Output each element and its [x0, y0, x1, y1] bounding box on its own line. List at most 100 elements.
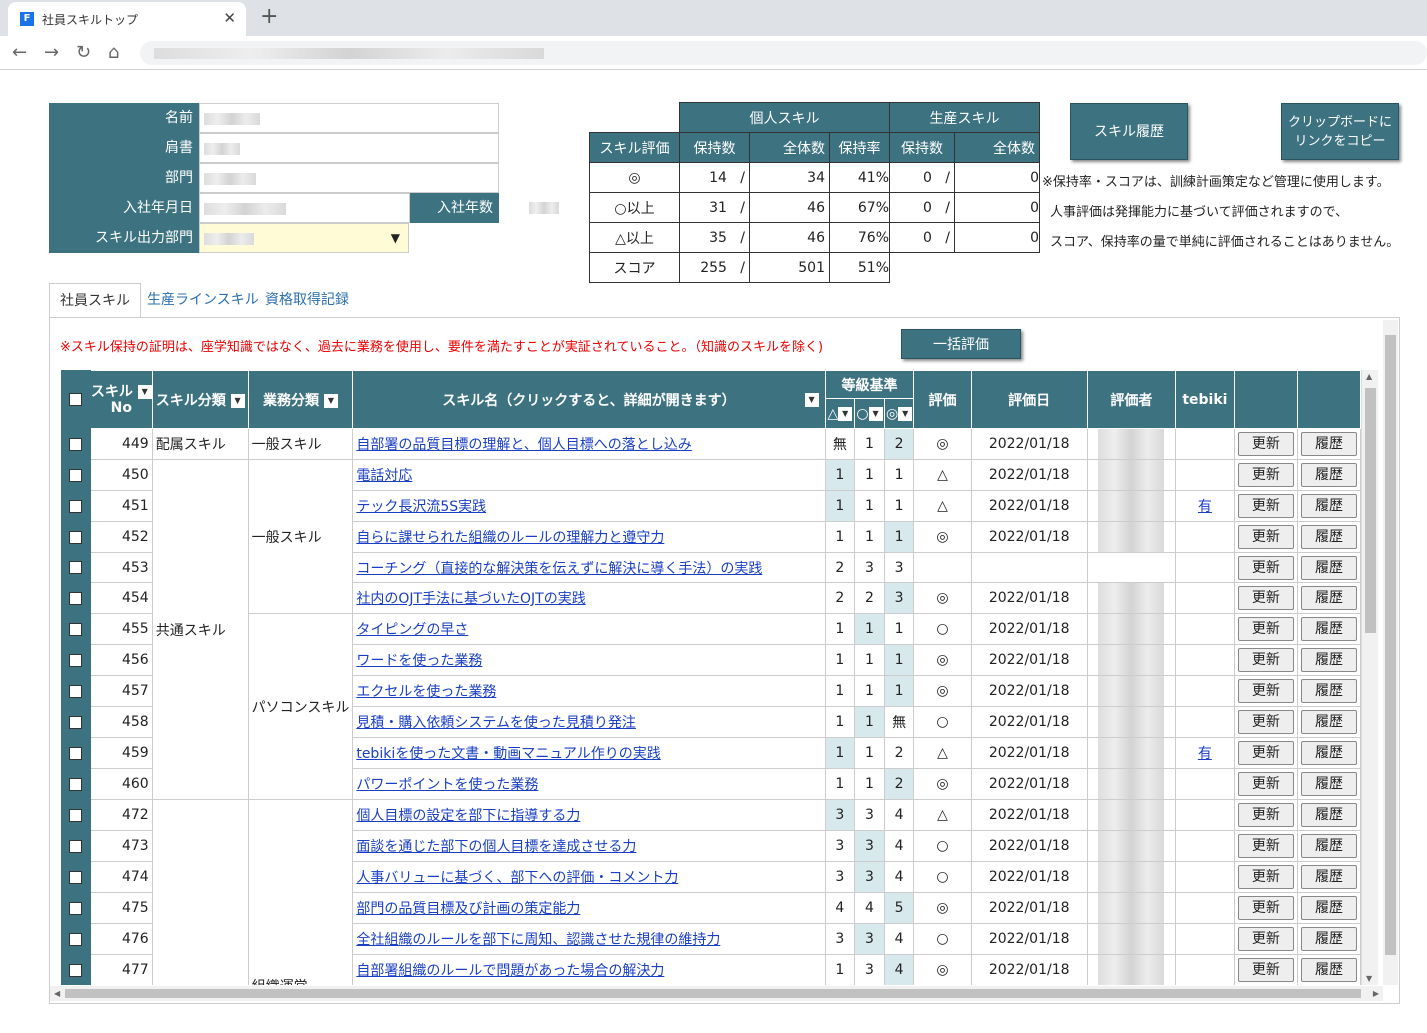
forward-icon[interactable]: →	[44, 42, 59, 63]
skill-name[interactable]: タイピングの早さ	[356, 622, 468, 638]
skill-name-link[interactable]: 部門の品質目標及び計画の策定能力	[352, 892, 826, 924]
scroll-down-icon[interactable]: ▼	[1366, 974, 1372, 983]
scroll-up-icon[interactable]: ▲	[1366, 372, 1372, 381]
skill-name[interactable]: 自部署の品質目標の理解と、個人目標への落とし込み	[356, 437, 691, 453]
row-checkbox[interactable]	[61, 706, 91, 738]
row-checkbox[interactable]	[61, 799, 91, 831]
history-button[interactable]: 履歴	[1300, 927, 1357, 951]
history-button[interactable]: 履歴	[1300, 525, 1357, 549]
back-icon[interactable]: ←	[12, 42, 27, 63]
update-button[interactable]: 更新	[1237, 617, 1294, 641]
skill-name[interactable]: 見積・購入依頼システムを使った見積り発注	[356, 715, 636, 731]
skill-name[interactable]: 自部署組織のルールで問題があった場合の解決力	[356, 963, 664, 979]
skill-name[interactable]: 電話対応	[356, 468, 412, 484]
row-checkbox[interactable]	[61, 552, 91, 583]
skill-name[interactable]: 個人目標の設定を部下に指導する力	[356, 808, 580, 824]
tebiki-link[interactable]: 有	[1198, 499, 1212, 515]
skill-name[interactable]: パワーポイントを使った業務	[356, 777, 538, 793]
table-row[interactable]: 455 パソコンスキル タイピングの早さ 1 1 1 ○ 2022/01/18 更新 履歴	[61, 613, 1361, 800]
update-button[interactable]: 更新	[1237, 679, 1294, 703]
table-row[interactable]: 449 配属スキル 一般スキル 自部署の品質目標の理解と、個人目標への落とし込み無 1 2…	[61, 428, 1361, 460]
update-button[interactable]: 更新	[1237, 525, 1294, 549]
history-button[interactable]: 履歴	[1300, 586, 1357, 610]
skill-name-link[interactable]: パワーポイントを使った業務	[352, 768, 826, 800]
filter-icon[interactable]: ▼	[323, 393, 338, 408]
home-icon[interactable]: ⌂	[108, 42, 119, 63]
table-row[interactable]: 472管理スキル組織運営個人目標の設定を部下に指導する力334△2022/01/…	[61, 799, 1361, 985]
skill-name[interactable]: 部門の品質目標及び計画の策定能力	[356, 901, 580, 917]
skill-name-link[interactable]: 人事バリューに基づく、部下への評価・コメント力	[352, 861, 826, 893]
skill-name[interactable]: 面談を通じた部下の個人目標を達成させる力	[356, 839, 636, 855]
row-checkbox[interactable]	[61, 490, 91, 522]
row-checkbox[interactable]	[61, 644, 91, 676]
skill-name-link[interactable]: 自部署の品質目標の理解と、個人目標への落とし込み	[352, 428, 826, 460]
update-button[interactable]: 更新	[1237, 958, 1294, 982]
skill-name-link[interactable]: タイピングの早さ	[352, 613, 826, 645]
row-checkbox[interactable]	[61, 582, 91, 614]
history-button[interactable]: 履歴	[1300, 865, 1357, 889]
skill-name-link[interactable]: 電話対応	[352, 459, 826, 491]
table-row[interactable]: 450 共通スキル 一般スキル 電話対応 1 1 1 △ 2022/01/18 更新 履歴	[61, 459, 1361, 800]
skill-name-link[interactable]: 個人目標の設定を部下に指導する力	[352, 799, 826, 831]
tebiki-link[interactable]: 有	[1198, 746, 1212, 762]
filter-icon[interactable]: ▼	[230, 393, 245, 408]
history-button[interactable]: 履歴	[1300, 834, 1357, 858]
history-button[interactable]: 履歴	[1300, 463, 1357, 487]
update-button[interactable]: 更新	[1237, 741, 1294, 765]
filter-icon[interactable]: ▼	[868, 406, 883, 421]
update-button[interactable]: 更新	[1237, 648, 1294, 672]
new-tab-button[interactable]: +	[260, 4, 278, 29]
history-button[interactable]: 履歴	[1300, 772, 1357, 796]
skill-history-button[interactable]: スキル履歴	[1070, 103, 1188, 160]
history-button[interactable]: 履歴	[1300, 679, 1357, 703]
scroll-right-icon[interactable]: ▶	[1373, 989, 1379, 998]
skill-name[interactable]: コーチング（直接的な解決策を伝えずに解決に導く手法）の実践	[356, 561, 762, 577]
row-checkbox[interactable]	[61, 613, 91, 645]
skill-name[interactable]: 社内のOJT手法に基づいたOJTの実践	[356, 591, 585, 607]
history-button[interactable]: 履歴	[1300, 494, 1357, 518]
skill-name-link[interactable]: エクセルを使った業務	[352, 675, 826, 707]
filter-icon[interactable]: ▼	[838, 406, 853, 421]
skill-name[interactable]: テック長沢流5S実践	[356, 499, 486, 515]
browser-tab[interactable]: F 社員スキルトップ ✕	[8, 2, 246, 36]
scroll-thumb[interactable]	[1385, 335, 1396, 955]
skill-name[interactable]: エクセルを使った業務	[356, 684, 496, 700]
skill-name-link[interactable]: 自らに課せられた組織のルールの理解力と遵守力	[352, 521, 826, 553]
update-button[interactable]: 更新	[1237, 710, 1294, 734]
skill-name[interactable]: 全社組織のルールを部下に周知、認識させた規律の維持力	[356, 932, 720, 948]
tab-employee-skill[interactable]: 社員スキル	[49, 283, 141, 317]
skill-name[interactable]: tebikiを使った文書・動画マニュアル作りの実践	[356, 746, 660, 762]
row-checkbox[interactable]	[61, 428, 91, 460]
scroll-left-icon[interactable]: ◀	[54, 989, 60, 998]
history-button[interactable]: 履歴	[1300, 432, 1357, 456]
close-tab-icon[interactable]: ✕	[223, 9, 236, 27]
skill-name-link[interactable]: 見積・購入依頼システムを使った見積り発注	[352, 706, 826, 738]
filter-icon[interactable]: ▼	[804, 393, 819, 407]
history-button[interactable]: 履歴	[1300, 555, 1357, 580]
row-checkbox[interactable]	[61, 861, 91, 893]
bulk-eval-button[interactable]: 一括評価	[901, 329, 1021, 359]
update-button[interactable]: 更新	[1237, 865, 1294, 889]
skill-name-link[interactable]: 自部署組織のルールで問題があった場合の解決力	[352, 954, 826, 985]
skill-name-link[interactable]: テック長沢流5S実践	[352, 490, 826, 522]
update-button[interactable]: 更新	[1237, 803, 1294, 827]
history-button[interactable]: 履歴	[1300, 896, 1357, 920]
history-button[interactable]: 履歴	[1300, 617, 1357, 641]
row-checkbox[interactable]	[61, 459, 91, 491]
skill-name[interactable]: 人事バリューに基づく、部下への評価・コメント力	[356, 870, 678, 886]
update-button[interactable]: 更新	[1237, 772, 1294, 796]
history-button[interactable]: 履歴	[1300, 648, 1357, 672]
select-all-checkbox[interactable]	[61, 370, 91, 429]
panel-vertical-scrollbar[interactable]	[1383, 320, 1398, 985]
update-button[interactable]: 更新	[1237, 927, 1294, 951]
scroll-thumb[interactable]	[1365, 388, 1376, 633]
row-checkbox[interactable]	[61, 768, 91, 800]
history-button[interactable]: 履歴	[1300, 958, 1357, 982]
update-button[interactable]: 更新	[1237, 834, 1294, 858]
history-button[interactable]: 履歴	[1300, 710, 1357, 734]
skill-name-link[interactable]: tebikiを使った文書・動画マニュアル作りの実践	[352, 737, 826, 769]
row-checkbox[interactable]	[61, 675, 91, 707]
update-button[interactable]: 更新	[1237, 586, 1294, 610]
horizontal-scrollbar[interactable]: ◀ ▶	[50, 986, 1383, 1001]
address-bar[interactable]	[140, 41, 1427, 65]
